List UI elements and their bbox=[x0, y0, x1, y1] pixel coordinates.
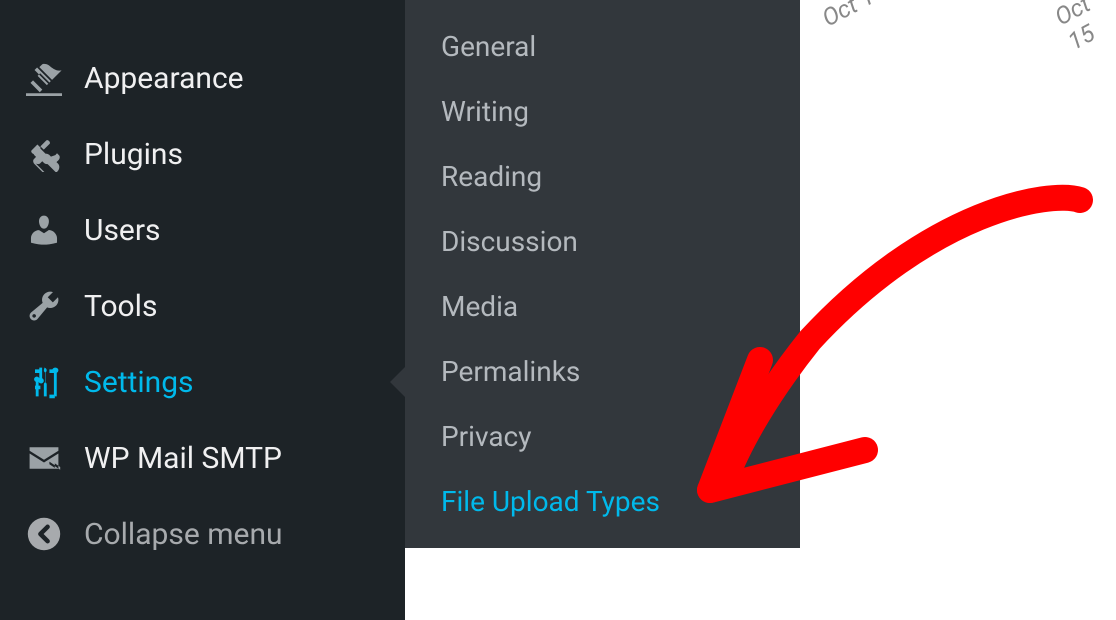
sidebar-item-label: Plugins bbox=[84, 137, 183, 172]
sidebar-item-plugins[interactable]: Plugins bbox=[0, 116, 405, 192]
sidebar-item-label: WP Mail SMTP bbox=[84, 441, 282, 476]
tools-icon bbox=[24, 286, 64, 326]
appearance-icon bbox=[24, 58, 64, 98]
submenu-item-media[interactable]: Media bbox=[405, 274, 800, 339]
sidebar-item-appearance[interactable]: Appearance bbox=[0, 40, 405, 116]
settings-submenu: General Writing Reading Discussion Media… bbox=[405, 0, 800, 548]
submenu-item-privacy[interactable]: Privacy bbox=[405, 404, 800, 469]
sidebar-item-tools[interactable]: Tools bbox=[0, 268, 405, 344]
users-icon bbox=[24, 210, 64, 250]
sidebar-item-settings[interactable]: Settings bbox=[0, 344, 405, 420]
mail-icon bbox=[24, 438, 64, 478]
sidebar-item-label: Appearance bbox=[84, 61, 244, 96]
sidebar-item-users[interactable]: Users bbox=[0, 192, 405, 268]
sidebar-item-label: Users bbox=[84, 213, 161, 248]
date-label-2: Oct 15 bbox=[1050, 0, 1116, 56]
sidebar-item-label: Settings bbox=[84, 365, 194, 400]
collapse-icon bbox=[24, 514, 64, 554]
plugins-icon bbox=[24, 134, 64, 174]
settings-icon bbox=[24, 362, 64, 402]
submenu-item-general[interactable]: General bbox=[405, 14, 800, 79]
collapse-menu-button[interactable]: Collapse menu bbox=[0, 496, 405, 572]
submenu-item-reading[interactable]: Reading bbox=[405, 144, 800, 209]
submenu-item-writing[interactable]: Writing bbox=[405, 79, 800, 144]
sidebar-item-wp-mail-smtp[interactable]: WP Mail SMTP bbox=[0, 420, 405, 496]
admin-sidebar: Appearance Plugins Users Tools Settings … bbox=[0, 0, 405, 620]
submenu-item-discussion[interactable]: Discussion bbox=[405, 209, 800, 274]
collapse-label: Collapse menu bbox=[84, 517, 283, 552]
submenu-item-file-upload-types[interactable]: File Upload Types bbox=[405, 469, 800, 534]
sidebar-item-label: Tools bbox=[84, 289, 157, 324]
submenu-item-permalinks[interactable]: Permalinks bbox=[405, 339, 800, 404]
date-label-1: Oct 14 bbox=[817, 0, 890, 32]
